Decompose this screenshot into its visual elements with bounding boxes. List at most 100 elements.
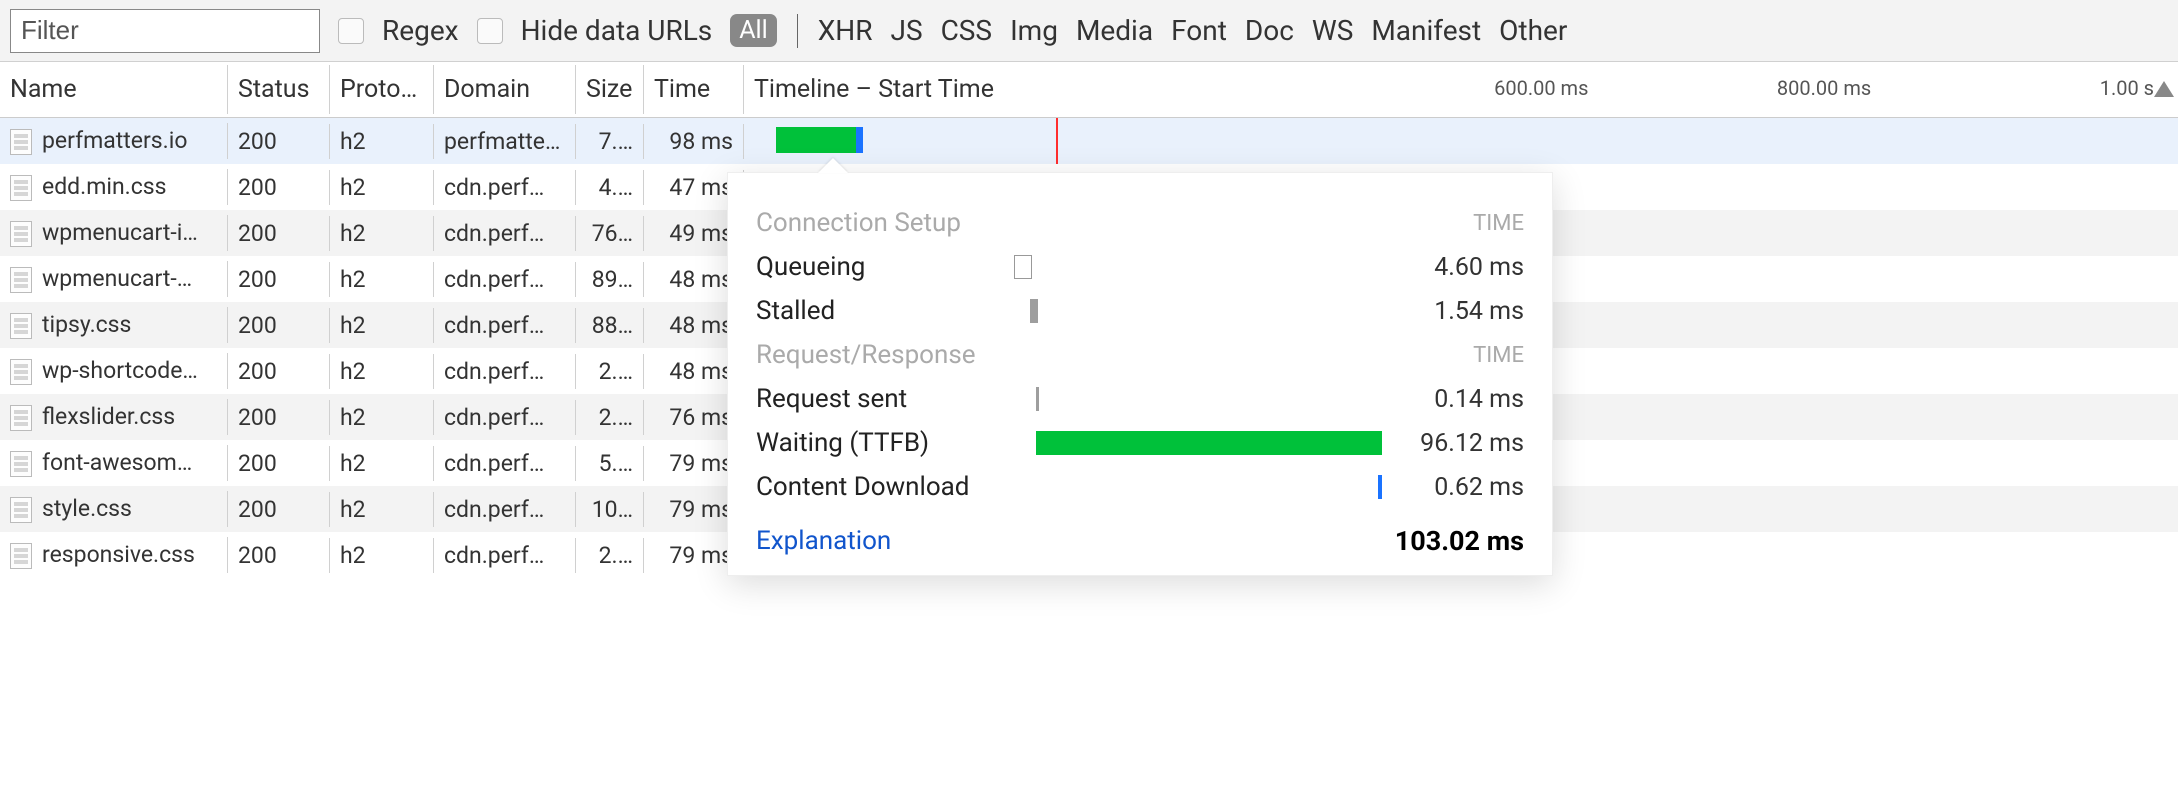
filter-type-js[interactable]: JS [891,14,923,47]
tick-800: 800.00 ms [1777,76,1871,100]
timing-popup: Connection Setup TIME Queueing 4.60 ms S… [727,172,1553,576]
sort-asc-icon[interactable] [2154,81,2174,97]
timing-explanation-link[interactable]: Explanation [756,526,891,556]
filter-type-xhr[interactable]: XHR [818,14,873,47]
cell-domain: cdn.perf… [434,354,576,389]
timing-sent-bar [1014,384,1382,414]
cell-domain: cdn.perf… [434,492,576,527]
file-icon [10,129,32,155]
cell-proto: h2 [330,446,434,481]
file-icon [10,497,32,523]
cell-proto: h2 [330,354,434,389]
timing-wait-label: Waiting (TTFB) [756,428,1002,458]
regex-checkbox[interactable] [338,18,364,44]
cell-name-text: perfmatters.io [42,127,187,154]
file-icon [10,267,32,293]
cell-name-text: font-awesom… [42,449,192,476]
filter-type-manifest[interactable]: Manifest [1371,14,1481,47]
cell-name-text: flexslider.css [42,403,175,430]
cell-name: wp-shortcode… [0,353,228,389]
cell-name: wpmenucart-i… [0,215,228,251]
waterfall-wait-bar [776,127,856,153]
cell-status: 200 [228,538,330,573]
cell-status: 200 [228,492,330,527]
timing-sent-label: Request sent [756,384,1002,414]
cell-domain: perfmatte… [434,124,576,159]
col-size[interactable]: Size [576,65,644,114]
cell-name-text: tipsy.css [42,311,131,338]
timing-queueing-value: 4.60 ms [1394,253,1524,282]
cell-name: tipsy.css [0,307,228,343]
cell-name: edd.min.css [0,169,228,205]
filter-type-css[interactable]: CSS [941,14,992,47]
cell-name-text: style.css [42,495,132,522]
filter-type-doc[interactable]: Doc [1245,14,1294,47]
cell-status: 200 [228,354,330,389]
cell-proto: h2 [330,216,434,251]
hide-data-urls-label: Hide data URLs [521,14,713,47]
cell-domain: cdn.perf… [434,262,576,297]
cell-domain: cdn.perf… [434,400,576,435]
col-status[interactable]: Status [228,65,330,114]
cell-status: 200 [228,124,330,159]
file-icon [10,313,32,339]
cell-size: 5.… [576,446,644,481]
timing-time-header2: TIME [1473,343,1524,368]
cell-proto: h2 [330,262,434,297]
col-timeline[interactable]: Timeline – Start Time 600.00 ms 800.00 m… [744,75,2178,104]
timing-stalled-label: Stalled [756,296,1002,326]
cell-size: 10… [576,492,644,527]
col-time[interactable]: Time [644,65,744,114]
timing-stalled-value: 1.54 ms [1394,297,1524,326]
timing-download-value: 0.62 ms [1394,473,1524,502]
cell-proto: h2 [330,124,434,159]
file-icon [10,359,32,385]
cell-domain: cdn.perf… [434,308,576,343]
hide-data-urls-checkbox[interactable] [477,18,503,44]
cell-size: 2.… [576,538,644,573]
cell-name-text: wp-shortcode… [42,357,198,384]
filter-type-font[interactable]: Font [1171,14,1227,47]
timing-queueing-label: Queueing [756,252,1002,282]
file-icon [10,451,32,477]
filter-type-ws[interactable]: WS [1312,14,1353,47]
timing-download-bar [1014,472,1382,502]
cell-proto: h2 [330,170,434,205]
cell-size: 88… [576,308,644,343]
cell-timeline [744,118,2178,164]
timing-wait-bar [1014,428,1382,458]
tick-600: 600.00 ms [1494,76,1588,100]
filter-input[interactable] [10,9,320,53]
cell-size: 7.… [576,124,644,159]
cell-size: 89… [576,262,644,297]
table-row[interactable]: perfmatters.io200h2perfmatte…7.…98 ms [0,118,2178,164]
timing-queueing-bar [1014,252,1382,282]
timing-section-conn: Connection Setup [756,208,1002,238]
filter-type-all[interactable]: All [730,14,776,47]
timing-wait-value: 96.12 ms [1394,429,1524,458]
table-headers: Name Status Proto… Domain Size Time Time… [0,62,2178,118]
network-toolbar: Regex Hide data URLs All XHR JS CSS Img … [0,0,2178,62]
cell-domain: cdn.perf… [434,446,576,481]
file-icon [10,543,32,569]
col-name[interactable]: Name [0,65,228,114]
filter-type-media[interactable]: Media [1076,14,1153,47]
tick-1000: 1.00 s [2100,76,2154,100]
col-domain[interactable]: Domain [434,65,576,114]
cell-name: style.css [0,491,228,527]
cell-status: 200 [228,308,330,343]
cell-size: 4.… [576,170,644,205]
cell-name-text: responsive.css [42,541,195,568]
cell-name-text: wpmenucart-… [42,265,192,292]
cell-domain: cdn.perf… [434,170,576,205]
cell-size: 76… [576,216,644,251]
cell-size: 2.… [576,354,644,389]
col-proto[interactable]: Proto… [330,65,434,114]
filter-type-img[interactable]: Img [1010,14,1058,47]
filter-type-other[interactable]: Other [1499,14,1567,47]
cell-status: 200 [228,216,330,251]
timing-time-header: TIME [1473,211,1524,236]
cell-status: 200 [228,446,330,481]
cell-status: 200 [228,262,330,297]
cell-status: 200 [228,400,330,435]
